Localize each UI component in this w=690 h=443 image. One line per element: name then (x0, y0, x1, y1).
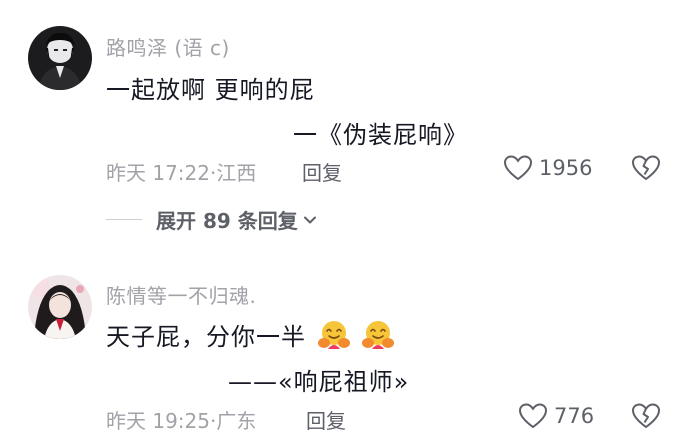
like-button[interactable]: 1956 (503, 154, 592, 182)
expand-replies-label: 展开 89 条回复 (156, 209, 298, 233)
heart-outline-icon (503, 155, 533, 181)
comment-username[interactable]: 路鸣泽 (语 c) (106, 32, 230, 61)
comment-meta: 昨天 17:22·江西 (106, 157, 256, 186)
hugging-face-emoji-icon (317, 321, 350, 349)
like-count: 776 (554, 404, 595, 428)
broken-heart-icon (631, 155, 661, 181)
comment-username[interactable]: 陈情等一不归魂. (106, 280, 256, 309)
comment-text: 天子屁，分你一半 (106, 323, 306, 351)
hugging-face-emoji-icon (362, 321, 395, 349)
expand-replies-button[interactable]: 展开 89 条回复 (106, 205, 318, 234)
reply-button[interactable]: 回复 (302, 157, 342, 186)
comment-time: 昨天 19:25 (106, 409, 210, 433)
dislike-button[interactable] (631, 154, 661, 186)
comment-text-line: 天子屁，分你一半 (106, 317, 395, 352)
broken-heart-icon (631, 403, 661, 429)
comment-list: 路鸣泽 (语 c) 一起放啊 更响的屁 一《伪装屁响》 昨天 17:22·江西 … (0, 0, 690, 443)
avatar-image (28, 275, 92, 339)
comment-meta: 昨天 19:25·广东 (106, 405, 256, 434)
comment-location: 江西 (216, 161, 257, 185)
reply-button[interactable]: 回复 (306, 405, 346, 434)
comment-text-line: 一《伪装屁响》 (293, 121, 468, 149)
dislike-button[interactable] (631, 402, 661, 434)
avatar-image (28, 26, 92, 90)
chevron-down-icon (303, 216, 316, 223)
heart-outline-icon (518, 403, 548, 429)
comment-location: 广东 (216, 409, 257, 433)
avatar[interactable] (28, 275, 92, 339)
expand-divider-line (106, 219, 142, 220)
comment-text-line: 一起放啊 更响的屁 (106, 76, 315, 104)
like-button[interactable]: 776 (518, 402, 594, 430)
comment-time: 昨天 17:22 (106, 161, 210, 185)
avatar[interactable] (28, 26, 92, 90)
like-count: 1956 (539, 156, 593, 180)
comment-text-line: ——«响屁祖师» (228, 368, 410, 396)
